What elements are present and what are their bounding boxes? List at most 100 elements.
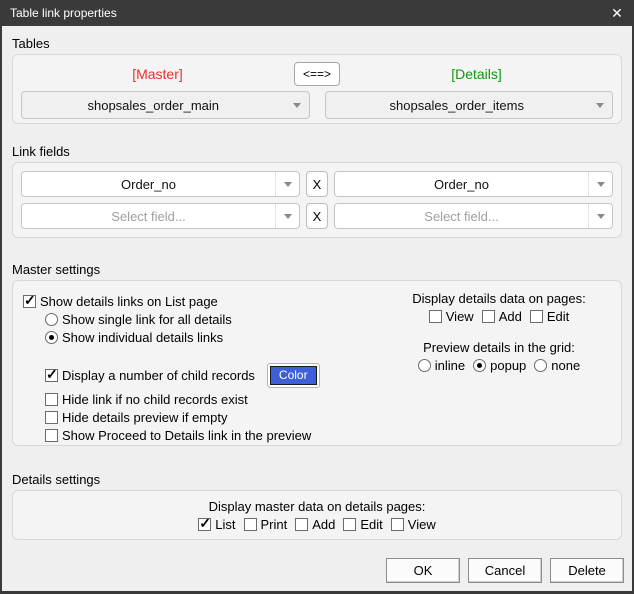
checkbox-icon[interactable]	[390, 517, 404, 531]
tables-panel: [Master] <==> [Details] shopsales_order_…	[12, 54, 622, 124]
close-icon[interactable]: ✕	[600, 0, 634, 26]
master-data-view-checkbox[interactable]: View	[390, 516, 436, 532]
preview-popup-label: popup	[490, 358, 527, 373]
master-settings-right-column: Display details data on pages: View Add …	[381, 291, 617, 373]
chevron-down-icon	[275, 204, 299, 228]
details-data-add-checkbox[interactable]: Add	[481, 309, 522, 324]
preview-inline-label: inline	[434, 358, 466, 373]
display-child-count-checkbox[interactable]: Display a number of child records	[45, 366, 255, 383]
master-data-add-checkbox[interactable]: Add	[295, 517, 335, 532]
master-tag: [Master]	[132, 66, 183, 82]
remove-link-button-1[interactable]: X	[306, 171, 328, 197]
details-data-view-label: View	[445, 309, 474, 324]
checkbox-icon[interactable]	[45, 410, 58, 424]
cancel-button[interactable]: Cancel	[468, 558, 542, 583]
master-table-select[interactable]: shopsales_order_main	[21, 91, 310, 119]
link-fields-section-label: Link fields	[12, 144, 70, 159]
preview-none-label: none	[551, 358, 581, 373]
title-bar[interactable]: Table link properties ✕	[0, 0, 634, 26]
master-data-view-label: View	[407, 516, 436, 532]
master-data-edit-checkbox[interactable]: Edit	[343, 516, 383, 532]
show-proceed-checkbox[interactable]: Show Proceed to Details link in the prev…	[45, 426, 621, 444]
details-table-select[interactable]: shopsales_order_items	[324, 91, 613, 119]
display-child-count-label: Display a number of child records	[62, 367, 255, 383]
master-data-add-label: Add	[312, 516, 336, 532]
show-details-links-label: Show details links on List page	[40, 293, 218, 309]
preview-inline-radio[interactable]: inline	[417, 358, 466, 373]
checkbox-icon[interactable]	[343, 517, 357, 531]
checkbox-icon[interactable]	[45, 366, 58, 383]
details-settings-section-label: Details settings	[12, 472, 101, 487]
details-table-value: shopsales_order_items	[389, 97, 524, 113]
link-field-row: Order_no X Order_no	[21, 171, 613, 197]
link-field-row: Select field... X Select field...	[21, 203, 613, 229]
swap-tables-button[interactable]: <==>	[293, 62, 341, 86]
individual-links-label: Show individual details links	[62, 329, 224, 345]
display-master-data-label: Display master data on details pages:	[208, 498, 426, 514]
master-data-edit-label: Edit	[360, 516, 383, 532]
tables-section-label: Tables	[12, 36, 50, 51]
chevron-down-icon	[588, 92, 612, 118]
master-table-value: shopsales_order_main	[87, 97, 220, 113]
details-field-value-2: Select field...	[424, 208, 499, 224]
details-data-add-label: Add	[498, 309, 522, 324]
preview-popup-radio[interactable]: popup	[473, 358, 526, 373]
checkbox-icon[interactable]	[529, 310, 543, 323]
master-data-list-checkbox[interactable]: List	[198, 515, 236, 532]
display-details-data-label: Display details data on pages:	[412, 291, 586, 306]
checkbox-icon[interactable]	[198, 515, 212, 532]
chevron-down-icon	[588, 204, 612, 228]
chevron-down-icon	[275, 172, 299, 196]
display-details-data-options: View Add Edit	[381, 309, 617, 324]
table-link-properties-dialog: Table link properties ✕ Tables [Master] …	[0, 0, 634, 594]
hide-link-label: Hide link if no child records exist	[62, 391, 248, 407]
hide-preview-label: Hide details preview if empty	[62, 409, 228, 425]
master-field-value-1: Order_no	[121, 176, 176, 192]
chevron-down-icon	[588, 172, 612, 196]
master-data-print-checkbox[interactable]: Print	[243, 516, 288, 532]
preview-none-radio[interactable]: none	[534, 358, 580, 373]
color-button[interactable]: Color	[266, 362, 320, 388]
details-data-edit-label: Edit	[546, 309, 570, 324]
checkbox-icon[interactable]	[45, 428, 58, 442]
radio-icon[interactable]	[417, 359, 431, 372]
radio-icon[interactable]	[473, 359, 487, 372]
checkbox-icon[interactable]	[243, 517, 257, 531]
details-field-select-1[interactable]: Order_no	[334, 171, 613, 197]
hide-preview-checkbox[interactable]: Hide details preview if empty	[45, 408, 621, 426]
master-data-list-label: List	[215, 516, 236, 532]
remove-link-button-2[interactable]: X	[306, 203, 328, 229]
footer-button-bar: OK Cancel Delete	[2, 558, 624, 583]
delete-button[interactable]: Delete	[550, 558, 624, 583]
show-proceed-label: Show Proceed to Details link in the prev…	[62, 427, 312, 443]
preview-grid-options: inline popup none	[381, 358, 617, 373]
checkbox-icon[interactable]	[45, 392, 58, 406]
details-field-value-1: Order_no	[434, 176, 489, 192]
display-master-data-options: List Print Add Edit View	[198, 515, 436, 532]
dialog-title: Table link properties	[10, 6, 117, 20]
master-field-select-1[interactable]: Order_no	[21, 171, 300, 197]
radio-icon[interactable]	[45, 330, 58, 344]
checkbox-icon[interactable]	[428, 310, 442, 323]
radio-icon[interactable]	[534, 359, 548, 372]
link-fields-panel: Order_no X Order_no Select field... X Se…	[12, 162, 622, 238]
checkbox-icon[interactable]	[481, 310, 495, 323]
details-field-select-2[interactable]: Select field...	[334, 203, 613, 229]
details-settings-panel: Display master data on details pages: Li…	[12, 490, 622, 540]
details-tag: [Details]	[451, 66, 502, 82]
master-field-value-2: Select field...	[111, 208, 186, 224]
master-field-select-2[interactable]: Select field...	[21, 203, 300, 229]
checkbox-icon[interactable]	[23, 292, 36, 309]
single-link-label: Show single link for all details	[62, 311, 232, 327]
details-data-view-checkbox[interactable]: View	[428, 309, 474, 324]
radio-icon[interactable]	[45, 312, 58, 326]
dialog-body: Tables [Master] <==> [Details] shopsales…	[2, 26, 632, 591]
master-data-print-label: Print	[260, 516, 288, 532]
chevron-down-icon	[285, 92, 309, 118]
master-settings-panel: Show details links on List page Show sin…	[12, 280, 622, 446]
checkbox-icon[interactable]	[295, 517, 309, 531]
hide-link-checkbox[interactable]: Hide link if no child records exist	[45, 390, 621, 408]
preview-grid-label: Preview details in the grid:	[423, 340, 575, 355]
details-data-edit-checkbox[interactable]: Edit	[529, 309, 570, 324]
ok-button[interactable]: OK	[386, 558, 460, 583]
